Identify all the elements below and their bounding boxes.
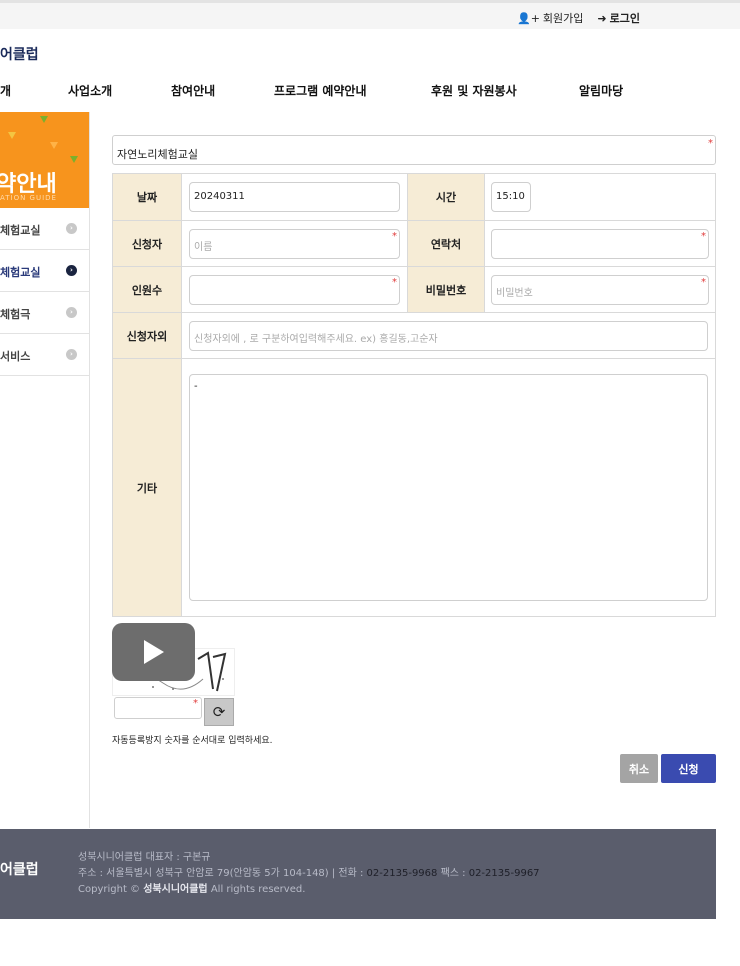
required-mark: *: [392, 230, 397, 242]
nav-item-business[interactable]: 사업소개: [68, 82, 112, 99]
program-name-field[interactable]: 자연노리체험교실 *: [112, 135, 716, 165]
sign-in-icon: ➜: [597, 12, 607, 25]
main-nav: 개 사업소개 참여안내 프로그램 예약안내 후원 및 자원봉사 알림마당: [0, 82, 740, 102]
applicant-label: 신청자: [112, 220, 182, 267]
nav-item-notice[interactable]: 알림마당: [579, 82, 623, 99]
chevron-right-icon: ›: [66, 223, 77, 234]
etc-textarea[interactable]: -: [189, 374, 708, 601]
side-banner: 약안내 ATION GUIDE: [0, 112, 89, 208]
password-label: 비밀번호: [407, 266, 485, 313]
site-logo[interactable]: 어클럽: [0, 44, 39, 64]
nav-item-program-booking[interactable]: 프로그램 예약안내: [274, 82, 367, 99]
chevron-right-icon: ›: [66, 307, 77, 318]
contact-label: 연락처: [407, 220, 485, 267]
applicant-input[interactable]: 이름 *: [189, 228, 400, 259]
others-label: 신청자외: [112, 312, 182, 359]
captcha-note: 자동등록방지 숫자를 순서대로 입력하세요.: [112, 736, 273, 746]
required-mark: *: [701, 230, 706, 242]
side-item-3[interactable]: 체험극 ›: [0, 292, 89, 334]
required-mark: *: [193, 698, 198, 709]
side-item-1[interactable]: 체험교실 ›: [0, 208, 89, 250]
chevron-right-icon: ›: [66, 349, 77, 360]
user-plus-icon: 👤+: [517, 12, 540, 25]
refresh-icon[interactable]: ⟳: [204, 698, 234, 726]
reservation-form: 날짜 20240311 시간 15:10 신청자 이름 * 연락처 * 인원수 *…: [112, 173, 716, 617]
time-input[interactable]: 15:10: [491, 182, 531, 212]
side-item-2[interactable]: 체험교실 ›: [0, 250, 89, 292]
time-label: 시간: [407, 173, 485, 221]
contact-input[interactable]: *: [491, 228, 709, 259]
chevron-right-icon: ›: [66, 265, 77, 276]
top-utility-bar: 👤+ 회원가입 ➜ 로그인: [0, 0, 740, 29]
footer: 어클럽 성북시니어클럽 대표자 : 구본규 주소 : 서울특별시 성북구 안암로…: [0, 829, 716, 919]
cancel-button[interactable]: 취소: [620, 754, 658, 783]
top-links: 👤+ 회원가입 ➜ 로그인: [517, 10, 640, 26]
nav-item-support[interactable]: 후원 및 자원봉사: [431, 82, 517, 99]
required-mark: *: [708, 138, 713, 149]
join-link[interactable]: 👤+ 회원가입: [517, 10, 583, 26]
count-label: 인원수: [112, 266, 182, 313]
login-link[interactable]: ➜ 로그인: [597, 10, 640, 26]
count-input[interactable]: *: [189, 274, 400, 305]
etc-label: 기타: [112, 358, 182, 617]
date-label: 날짜: [112, 173, 182, 221]
side-banner-subtitle: ATION GUIDE: [0, 194, 57, 202]
password-input[interactable]: 비밀번호 *: [491, 274, 709, 305]
submit-button[interactable]: 신청: [661, 754, 716, 783]
side-item-4[interactable]: 서비스 ›: [0, 334, 89, 376]
required-mark: *: [701, 276, 706, 288]
nav-item-intro[interactable]: 개: [0, 82, 11, 99]
nav-item-participation[interactable]: 참여안내: [171, 82, 215, 99]
footer-logo: 어클럽: [0, 862, 39, 878]
date-input[interactable]: 20240311: [189, 182, 400, 212]
captcha-input[interactable]: *: [114, 697, 202, 719]
required-mark: *: [392, 276, 397, 288]
side-menu: 약안내 ATION GUIDE 체험교실 › 체험교실 › 체험극 › 서비스 ›: [0, 112, 90, 828]
audio-captcha-play-button[interactable]: [112, 623, 195, 681]
footer-info: 성북시니어클럽 대표자 : 구본규 주소 : 서울특별시 성북구 안암로 79(…: [78, 852, 540, 895]
others-input[interactable]: 신청자외에 , 로 구분하여입력해주세요. ex) 홍길동,고순자: [189, 320, 708, 351]
